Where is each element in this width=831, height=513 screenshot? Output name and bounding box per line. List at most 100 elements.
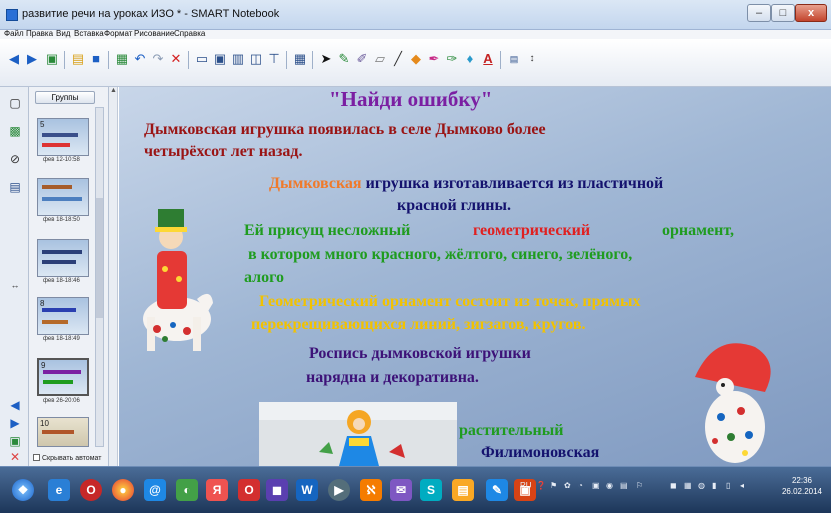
tray-icon-7[interactable]: ◼ bbox=[670, 481, 677, 490]
sidebar-add-page-icon[interactable]: ▣ bbox=[7, 433, 23, 449]
line-icon[interactable]: ╱ bbox=[390, 51, 406, 67]
menu-draw[interactable]: Рисование bbox=[134, 29, 174, 38]
page-thumbnail[interactable] bbox=[37, 239, 89, 277]
scroll-up-arrow-icon[interactable]: ▲ bbox=[110, 87, 117, 94]
properties-icon[interactable]: ▤ bbox=[506, 51, 522, 67]
language-indicator[interactable]: RU bbox=[520, 481, 532, 490]
explorer-folder-icon[interactable]: ▤ bbox=[452, 479, 474, 501]
statement-3-line-3[interactable]: алого bbox=[244, 269, 284, 287]
redo-icon[interactable]: ↷ bbox=[150, 51, 166, 67]
paste-icon[interactable]: ▦ bbox=[114, 51, 130, 67]
network-icon[interactable]: ▮ bbox=[712, 481, 716, 490]
menu-insert[interactable]: Вставка bbox=[74, 29, 104, 38]
internet-explorer-icon[interactable]: e bbox=[48, 479, 70, 501]
maximize-button[interactable]: □ bbox=[771, 4, 795, 22]
screen-capture-icon[interactable]: ◫ bbox=[248, 51, 264, 67]
start-button-icon[interactable]: ❖ bbox=[12, 479, 34, 501]
creative-pen-icon[interactable]: ✐ bbox=[354, 51, 370, 67]
sorter-scrollbar-thumb[interactable] bbox=[96, 198, 103, 318]
dymkovo-rider-toy-image[interactable] bbox=[127, 199, 217, 359]
save-icon[interactable]: ■ bbox=[88, 51, 104, 67]
clock[interactable]: 22:36 26.02.2014 bbox=[776, 475, 828, 497]
page-thumbnail[interactable] bbox=[37, 178, 89, 216]
statement-3-red-word[interactable]: геометрический bbox=[473, 222, 590, 240]
screen-shade-icon[interactable]: ▭ bbox=[194, 51, 210, 67]
battery-icon[interactable]: ▯ bbox=[726, 481, 730, 490]
sidebar-left-arrow-icon[interactable]: ◀ bbox=[7, 397, 23, 413]
filimonovo-toy-photo[interactable] bbox=[259, 402, 457, 466]
help-tray-icon[interactable]: ❓ bbox=[536, 481, 546, 490]
media-app-icon[interactable]: ◼ bbox=[266, 479, 288, 501]
select-arrow-icon[interactable]: ➤ bbox=[318, 51, 334, 67]
close-button[interactable]: x bbox=[795, 4, 827, 22]
menu-view[interactable]: Вид bbox=[56, 29, 70, 38]
statement-2-line-2[interactable]: красной глины. bbox=[397, 197, 511, 215]
volume-icon[interactable]: ◂ bbox=[740, 481, 744, 490]
sidebar-right-arrow-icon[interactable]: ▶ bbox=[7, 415, 23, 431]
tray-icon-6[interactable]: ▤ bbox=[620, 481, 628, 490]
draggable-word-plant[interactable]: растительный bbox=[459, 422, 563, 440]
tray-icon-4[interactable]: ▣ bbox=[592, 481, 600, 490]
page-thumbnail[interactable]: 8 bbox=[37, 297, 89, 335]
groups-button[interactable]: Группы bbox=[35, 91, 95, 104]
menu-help[interactable]: Справка bbox=[174, 29, 205, 38]
statement-5-line-2[interactable]: нарядна и декоративна. bbox=[306, 369, 479, 387]
sorter-scrollbar[interactable] bbox=[95, 107, 104, 447]
full-screen-icon[interactable]: ▣ bbox=[212, 51, 228, 67]
mail-app-icon[interactable]: ✉ bbox=[390, 479, 412, 501]
word-icon[interactable]: W bbox=[296, 479, 318, 501]
page-thumbnail-selected[interactable]: 9 bbox=[37, 358, 89, 396]
fill-icon[interactable]: ♦ bbox=[462, 51, 478, 67]
eraser-icon[interactable]: ▱ bbox=[372, 51, 388, 67]
minimize-button[interactable]: – bbox=[747, 4, 771, 22]
app-icon-green[interactable]: ◐ bbox=[176, 479, 198, 501]
app-icon-red[interactable]: Я bbox=[206, 479, 228, 501]
tray-icon-2[interactable]: ✿ bbox=[564, 481, 571, 490]
forward-arrow-icon[interactable]: ▶ bbox=[24, 51, 40, 67]
menu-format[interactable]: Формат bbox=[104, 29, 132, 38]
menu-file[interactable]: Файл bbox=[4, 29, 24, 38]
table-icon[interactable]: ▦ bbox=[292, 51, 308, 67]
delete-icon[interactable]: ✕ bbox=[168, 51, 184, 67]
skype-icon[interactable]: S bbox=[420, 479, 442, 501]
properties-tab-icon[interactable]: ▤ bbox=[7, 179, 23, 195]
add-page-icon[interactable]: ▣ bbox=[44, 51, 60, 67]
odnoklassniki-icon[interactable]: ℵ bbox=[360, 479, 382, 501]
open-folder-icon[interactable]: ▤ bbox=[70, 51, 86, 67]
statement-5-line-1[interactable]: Роспись дымковской игрушки bbox=[309, 345, 531, 363]
sidebar-delete-icon[interactable]: ✕ bbox=[7, 449, 23, 465]
slide-title[interactable]: "Найди ошибку" bbox=[329, 87, 492, 112]
text-icon[interactable]: A bbox=[480, 51, 496, 67]
gallery-tab-icon[interactable]: ▩ bbox=[7, 123, 23, 139]
attachments-tab-icon[interactable]: ⊘ bbox=[7, 151, 23, 167]
page-sorter-tab-icon[interactable]: ▢ bbox=[7, 95, 23, 111]
tray-icon-3[interactable]: ◔ bbox=[578, 481, 583, 490]
flag-tray-icon[interactable]: ⚐ bbox=[636, 481, 643, 490]
media-player-icon[interactable]: ▶ bbox=[328, 479, 350, 501]
email-client-icon[interactable]: @ bbox=[144, 479, 166, 501]
document-camera-icon[interactable]: ⊤ bbox=[266, 51, 282, 67]
statement-3-end[interactable]: орнамент, bbox=[662, 222, 734, 240]
smart-notebook-task-icon[interactable]: ✎ bbox=[486, 479, 508, 501]
shapes-icon[interactable]: ◆ bbox=[408, 51, 424, 67]
tray-icon-8[interactable]: ▦ bbox=[684, 481, 692, 490]
statement-4-line-1[interactable]: Геометрический орнамент состоит из точек… bbox=[259, 293, 641, 311]
tray-icon-1[interactable]: ⚑ bbox=[550, 481, 557, 490]
statement-3-start[interactable]: Ей присущ несложный bbox=[244, 222, 410, 240]
slide-canvas[interactable]: "Найди ошибку" Дымковская игрушка появил… bbox=[119, 87, 831, 466]
pen-icon[interactable]: ✎ bbox=[336, 51, 352, 67]
statement-4-line-2[interactable]: перекрещивающихся линий, зигзагов, круго… bbox=[251, 316, 585, 334]
page-thumbnail[interactable]: 10 bbox=[37, 417, 89, 447]
canvas-scrollbar[interactable]: ▲ bbox=[109, 87, 118, 466]
statement-1-line-2[interactable]: четырёхсот лет назад. bbox=[144, 143, 302, 161]
move-toolbar-icon[interactable]: ↕ bbox=[524, 51, 540, 67]
opera-window-icon[interactable]: O bbox=[238, 479, 260, 501]
auto-hide-checkbox[interactable]: Скрывать автомат bbox=[33, 454, 101, 462]
resize-arrows-icon[interactable]: ↔ bbox=[7, 277, 23, 293]
tray-icon-5[interactable]: ◉ bbox=[606, 481, 613, 490]
chrome-icon[interactable]: ● bbox=[112, 479, 134, 501]
dymkovo-turkey-toy-image[interactable] bbox=[685, 337, 785, 466]
shape-recognition-pen-icon[interactable]: ✑ bbox=[444, 51, 460, 67]
magic-pen-icon[interactable]: ✒ bbox=[426, 51, 442, 67]
menu-edit[interactable]: Правка bbox=[26, 29, 53, 38]
